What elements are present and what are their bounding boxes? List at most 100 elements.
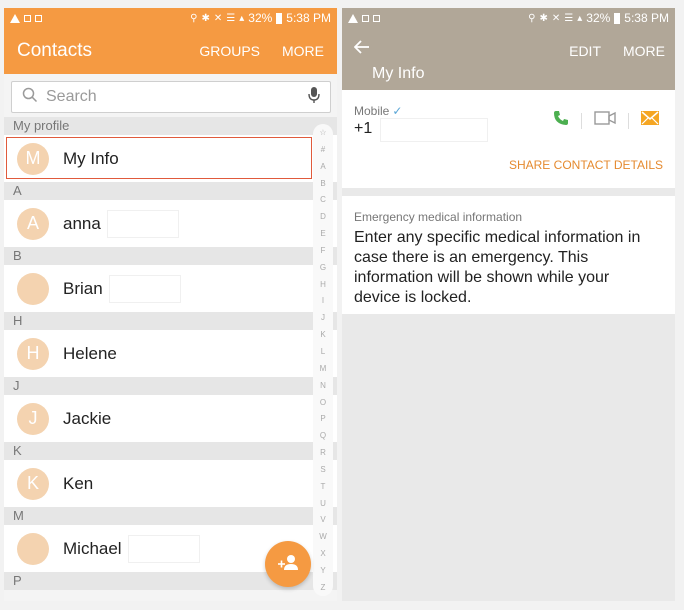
index-letter[interactable]: O (320, 398, 326, 407)
contact-name: Brian (63, 278, 103, 298)
index-letter[interactable]: N (320, 381, 326, 390)
contact-name: Helene (63, 343, 117, 363)
emergency-medical-card[interactable]: Emergency medical information Enter any … (342, 196, 675, 314)
selection-highlight (6, 137, 312, 179)
index-letter[interactable]: T (321, 482, 326, 491)
index-letter[interactable]: U (320, 499, 326, 508)
index-letter[interactable]: M (320, 364, 327, 373)
list-item[interactable]: A anna (4, 200, 337, 247)
app-bar: EDIT MORE My Info (342, 28, 675, 90)
signal-icon: ▴ (239, 12, 245, 24)
bluetooth-icon: ✱ (201, 12, 210, 24)
redacted-area (380, 118, 488, 142)
search-input[interactable]: Search (11, 81, 331, 113)
index-letter[interactable]: R (320, 448, 326, 457)
groups-button[interactable]: GROUPS (199, 43, 260, 59)
contact-name: Ken (63, 473, 94, 493)
mute-icon: ✕ (551, 12, 561, 24)
index-letter[interactable]: L (321, 347, 325, 356)
index-letter[interactable]: C (320, 195, 326, 204)
index-letter[interactable]: S (320, 465, 325, 474)
index-letter[interactable]: A (320, 162, 325, 171)
list-item-my-info[interactable]: M My Info (4, 135, 337, 182)
phone-icon[interactable] (553, 110, 569, 131)
wifi-icon: ☰ (226, 12, 236, 24)
contacts-screen: ⚲ ✱ ✕ ☰ ▴ 32% 5:38 PM Contacts GROUPS MO… (4, 8, 337, 601)
avatar: J (17, 402, 49, 435)
index-letter[interactable]: Y (320, 566, 325, 575)
list-item[interactable]: K Ken (4, 460, 337, 507)
app-bar: Contacts GROUPS MORE (4, 28, 337, 74)
contact-name: anna (63, 213, 101, 233)
gallery-icon (35, 14, 42, 22)
add-contact-button[interactable] (265, 541, 311, 587)
index-letter[interactable]: G (320, 263, 326, 272)
more-button[interactable]: MORE (282, 43, 324, 59)
section-header: M (4, 507, 337, 525)
index-letter[interactable]: E (320, 229, 325, 238)
index-letter[interactable]: W (319, 532, 327, 541)
alphabet-index-scroller[interactable]: ☆ # A B C D E F G H I J K L M N O P Q R S T U V W X Y Z (313, 124, 333, 596)
index-letter[interactable]: Q (320, 431, 326, 440)
index-letter[interactable]: H (320, 280, 326, 289)
divider (628, 112, 629, 129)
gallery-icon (373, 14, 380, 22)
index-letter[interactable]: ☆ (319, 128, 326, 137)
mobile-number: +1 (354, 120, 373, 137)
location-icon: ⚲ (190, 12, 198, 24)
index-letter[interactable]: B (320, 179, 325, 188)
edit-button[interactable]: EDIT (569, 43, 601, 59)
status-bar: ⚲ ✱ ✕ ☰ ▴ 32% 5:38 PM (4, 8, 337, 28)
back-arrow-icon[interactable] (353, 40, 370, 59)
more-button[interactable]: MORE (623, 43, 665, 59)
redacted-area (127, 534, 200, 563)
avatar: H (17, 337, 49, 370)
list-item[interactable]: Brian (4, 265, 337, 312)
avatar: A (17, 207, 49, 240)
index-letter[interactable]: I (322, 296, 324, 305)
avatar-photo (17, 532, 49, 565)
image-icon (362, 14, 369, 22)
battery-percent: 32% (586, 11, 611, 25)
index-letter[interactable]: # (321, 145, 325, 154)
section-header: J (4, 377, 337, 395)
avatar-photo (17, 272, 49, 305)
list-item[interactable]: J Jackie (4, 395, 337, 442)
battery-icon (276, 12, 283, 24)
contact-name: Michael (63, 538, 122, 558)
avatar: K (17, 467, 49, 500)
list-item[interactable]: H Helene (4, 330, 337, 377)
image-icon (24, 14, 31, 22)
search-placeholder: Search (46, 88, 97, 105)
redacted-area (106, 209, 179, 238)
bluetooth-icon: ✱ (539, 12, 548, 24)
battery-percent: 32% (248, 11, 273, 25)
add-contact-icon (277, 553, 299, 576)
index-letter[interactable]: X (320, 549, 325, 558)
index-letter[interactable]: K (320, 330, 325, 339)
search-icon (22, 87, 38, 108)
contact-name: Jackie (63, 408, 112, 428)
index-letter[interactable]: Z (321, 583, 326, 592)
status-bar: ⚲ ✱ ✕ ☰ ▴ 32% 5:38 PM (342, 8, 675, 28)
clock: 5:38 PM (624, 11, 669, 25)
share-contact-button[interactable]: SHARE CONTACT DETAILS (509, 158, 663, 172)
mic-icon[interactable] (308, 86, 320, 109)
index-letter[interactable]: F (321, 246, 326, 255)
page-title: Contacts (17, 40, 92, 61)
medical-info-text: Enter any specific medical information i… (354, 229, 641, 306)
message-icon[interactable] (641, 111, 659, 130)
index-letter[interactable]: D (320, 212, 326, 221)
page-title: My Info (372, 65, 425, 82)
mobile-card: Mobile ✓ +1 SHARE CONTACT DETAILS (342, 90, 675, 188)
index-letter[interactable]: V (320, 515, 325, 524)
video-icon[interactable] (594, 111, 616, 130)
index-letter[interactable]: J (321, 313, 325, 322)
index-letter[interactable]: P (320, 414, 325, 423)
signal-icon: ▴ (577, 12, 583, 24)
wifi-icon: ☰ (564, 12, 574, 24)
section-header: B (4, 247, 337, 265)
check-icon: ✓ (392, 104, 403, 118)
warning-icon (10, 13, 20, 23)
redacted-area (108, 274, 181, 303)
